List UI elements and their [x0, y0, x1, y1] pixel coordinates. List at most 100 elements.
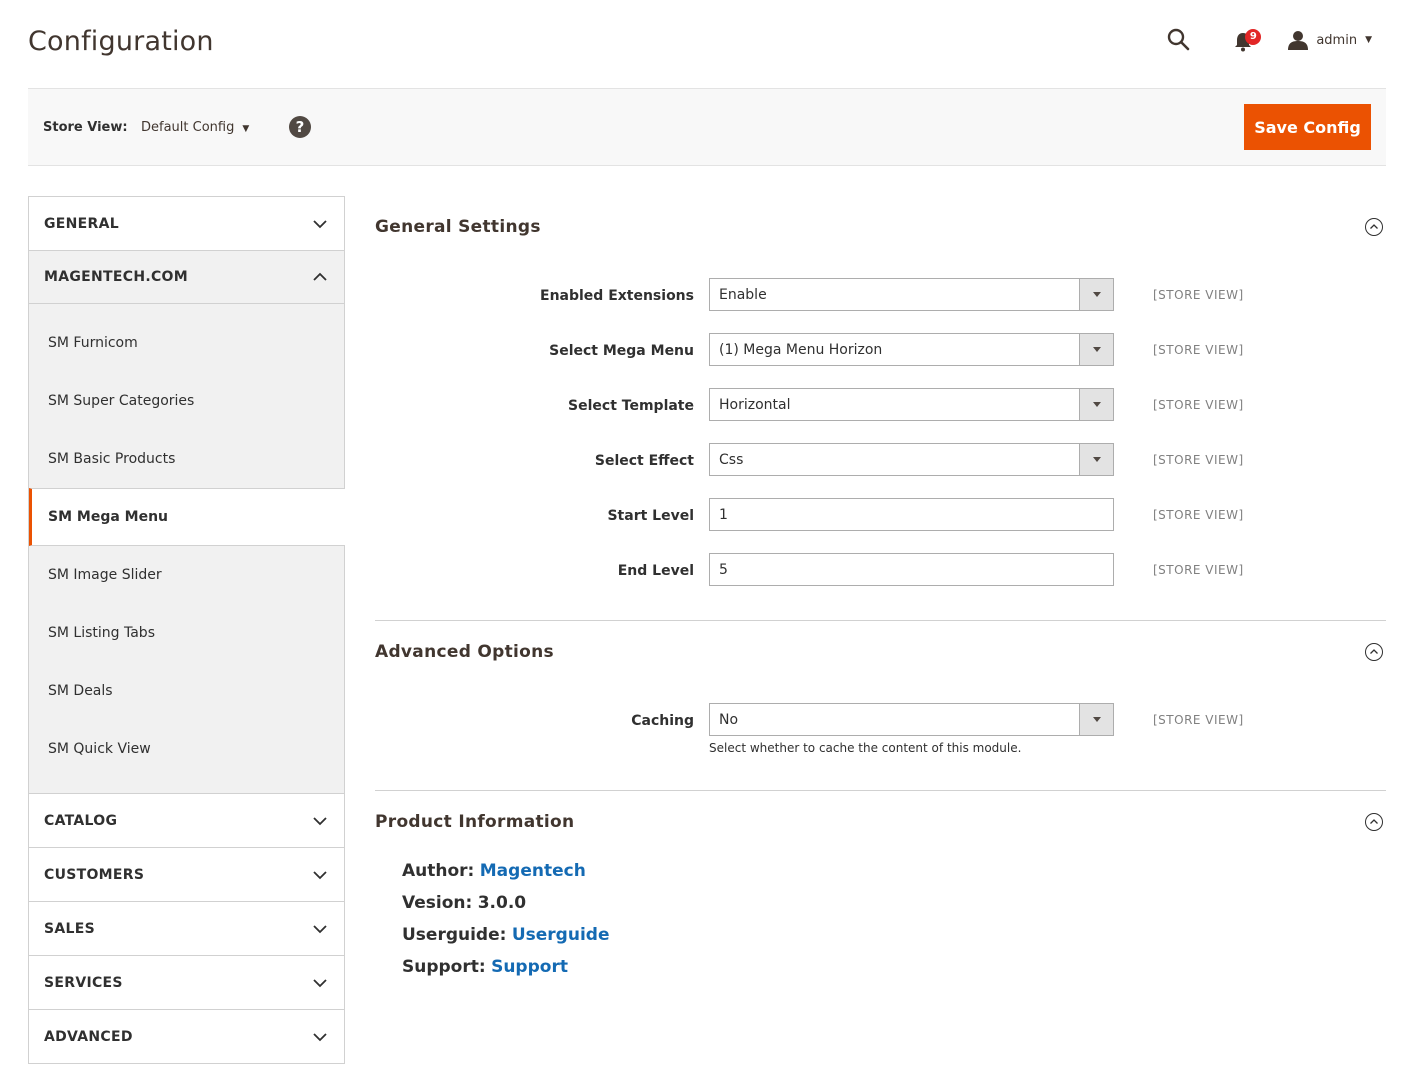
enabled-extensions-select[interactable]: Enable: [709, 278, 1114, 311]
field-label: End Level: [617, 563, 694, 579]
info-key: Userguide:: [402, 925, 507, 945]
chevron-down-icon: [313, 924, 327, 933]
user-icon: [1288, 31, 1309, 50]
field-label: Start Level: [607, 508, 694, 524]
section-title: General Settings: [375, 217, 541, 237]
tab-general[interactable]: GENERAL: [29, 197, 344, 250]
tab-title: CATALOG: [44, 812, 118, 829]
sidebar-item-sm-image-slider[interactable]: SM Image Slider: [29, 546, 344, 604]
select-value: Enable: [719, 287, 767, 303]
section-general-settings-header[interactable]: General Settings: [375, 196, 1386, 258]
support-link[interactable]: Support: [491, 957, 568, 977]
header-actions: 9 admin ▼: [1166, 24, 1372, 56]
select-value: Horizontal: [719, 397, 791, 413]
collapse-icon[interactable]: [1365, 643, 1383, 661]
input-value: 1: [719, 507, 728, 523]
caching-select[interactable]: No: [709, 703, 1114, 736]
store-view-switcher[interactable]: Default Config ▼: [141, 120, 249, 135]
help-icon[interactable]: ?: [289, 116, 311, 138]
info-support: Support: Support: [402, 951, 1386, 983]
store-view-label: Store View:: [43, 120, 128, 135]
tab-advanced[interactable]: ADVANCED: [29, 1010, 344, 1063]
section-advanced-options-header[interactable]: Advanced Options: [375, 621, 1386, 683]
field-label: Select Template: [568, 398, 694, 414]
select-mega-menu-select[interactable]: (1) Mega Menu Horizon: [709, 333, 1114, 366]
tab-title: SERVICES: [44, 974, 123, 991]
info-userguide: Userguide: Userguide: [402, 919, 1386, 951]
end-level-input[interactable]: 5: [709, 553, 1114, 586]
userguide-link[interactable]: Userguide: [512, 925, 610, 945]
select-value: No: [719, 712, 739, 728]
search-icon[interactable]: [1166, 27, 1192, 53]
page-title: Configuration: [28, 26, 214, 57]
sidebar-item-sm-listing-tabs[interactable]: SM Listing Tabs: [29, 604, 344, 662]
input-value: 5: [719, 562, 728, 578]
sidebar-item-sm-basic-products[interactable]: SM Basic Products: [29, 430, 344, 488]
field-row: Select Template Horizontal [STORE VIEW]: [375, 388, 1386, 443]
field-row: Start Level 1 [STORE VIEW]: [375, 498, 1386, 553]
field-row: Select Mega Menu (1) Mega Menu Horizon […: [375, 333, 1386, 388]
select-arrow-icon: [1079, 704, 1113, 735]
scope-label: [STORE VIEW]: [1153, 563, 1244, 577]
save-config-button[interactable]: Save Config: [1244, 104, 1371, 150]
tab-title: GENERAL: [44, 215, 119, 232]
store-view-value: Default Config: [141, 120, 235, 135]
chevron-down-icon: [313, 870, 327, 879]
scope-label: [STORE VIEW]: [1153, 508, 1244, 522]
scope-label: [STORE VIEW]: [1153, 453, 1244, 467]
tab-group-magentech: MAGENTECH.COM SM Furnicom SM Super Categ…: [29, 251, 345, 794]
tab-group-services: SERVICES: [29, 956, 344, 1010]
sidebar-item-sm-quick-view[interactable]: SM Quick View: [29, 720, 344, 778]
product-information-body: Author: Magentech Vesion: 3.0.0 Userguid…: [375, 853, 1386, 983]
scope-label: [STORE VIEW]: [1153, 713, 1244, 727]
section-title: Product Information: [375, 812, 575, 832]
sidebar-item-sm-super-categories[interactable]: SM Super Categories: [29, 372, 344, 430]
chevron-down-icon: [313, 219, 327, 228]
tab-title: CUSTOMERS: [44, 866, 145, 883]
field-label: Select Mega Menu: [549, 343, 694, 359]
sidebar-item-sm-deals[interactable]: SM Deals: [29, 662, 344, 720]
user-menu[interactable]: admin ▼: [1288, 30, 1372, 50]
field-label: Select Effect: [594, 453, 694, 469]
field-row: Caching No [STORE VIEW] Select whether t…: [375, 703, 1386, 758]
sidebar-item-sm-furnicom[interactable]: SM Furnicom: [29, 314, 344, 372]
tab-sales[interactable]: SALES: [29, 902, 344, 955]
field-row: End Level 5 [STORE VIEW]: [375, 553, 1386, 608]
tab-customers[interactable]: CUSTOMERS: [29, 848, 344, 901]
field-row: Select Effect Css [STORE VIEW]: [375, 443, 1386, 498]
info-key: Support:: [402, 957, 486, 977]
tab-catalog[interactable]: CATALOG: [29, 794, 344, 847]
select-template-select[interactable]: Horizontal: [709, 388, 1114, 421]
config-sidebar: GENERAL MAGENTECH.COM SM Furnicom SM Sup…: [28, 196, 345, 1064]
tab-group-general: GENERAL: [29, 197, 344, 251]
info-value: 3.0.0: [477, 893, 527, 913]
select-value: (1) Mega Menu Horizon: [719, 342, 883, 358]
tab-items: SM Furnicom SM Super Categories SM Basic…: [29, 304, 345, 793]
notifications-button[interactable]: 9: [1232, 26, 1262, 54]
notification-count-badge: 9: [1245, 29, 1262, 45]
info-version: Vesion: 3.0.0: [402, 887, 1386, 919]
field-note: Select whether to cache the content of t…: [709, 741, 1022, 755]
select-arrow-icon: [1079, 279, 1113, 310]
user-name: admin: [1316, 32, 1358, 48]
start-level-input[interactable]: 1: [709, 498, 1114, 531]
store-view-bar: Store View: Default Config ▼ ? Save Confi…: [28, 88, 1386, 166]
tab-magentech[interactable]: MAGENTECH.COM: [29, 251, 344, 304]
section-general-settings-body: Enabled Extensions Enable [STORE VIEW] S…: [375, 258, 1386, 621]
scope-label: [STORE VIEW]: [1153, 288, 1244, 302]
chevron-down-icon: [313, 978, 327, 987]
author-link[interactable]: Magentech: [480, 861, 586, 881]
tab-title: SALES: [44, 920, 95, 937]
chevron-down-icon: [313, 1032, 327, 1041]
section-product-information-header[interactable]: Product Information: [375, 791, 1386, 853]
tab-services[interactable]: SERVICES: [29, 956, 344, 1009]
field-label: Enabled Extensions: [540, 288, 694, 304]
tab-group-advanced: ADVANCED: [29, 1010, 344, 1063]
collapse-icon[interactable]: [1365, 218, 1383, 236]
select-arrow-icon: [1079, 334, 1113, 365]
collapse-icon[interactable]: [1365, 813, 1383, 831]
select-arrow-icon: [1079, 444, 1113, 475]
section-title: Advanced Options: [375, 642, 554, 662]
sidebar-item-sm-mega-menu[interactable]: SM Mega Menu: [29, 488, 345, 546]
select-effect-select[interactable]: Css: [709, 443, 1114, 476]
